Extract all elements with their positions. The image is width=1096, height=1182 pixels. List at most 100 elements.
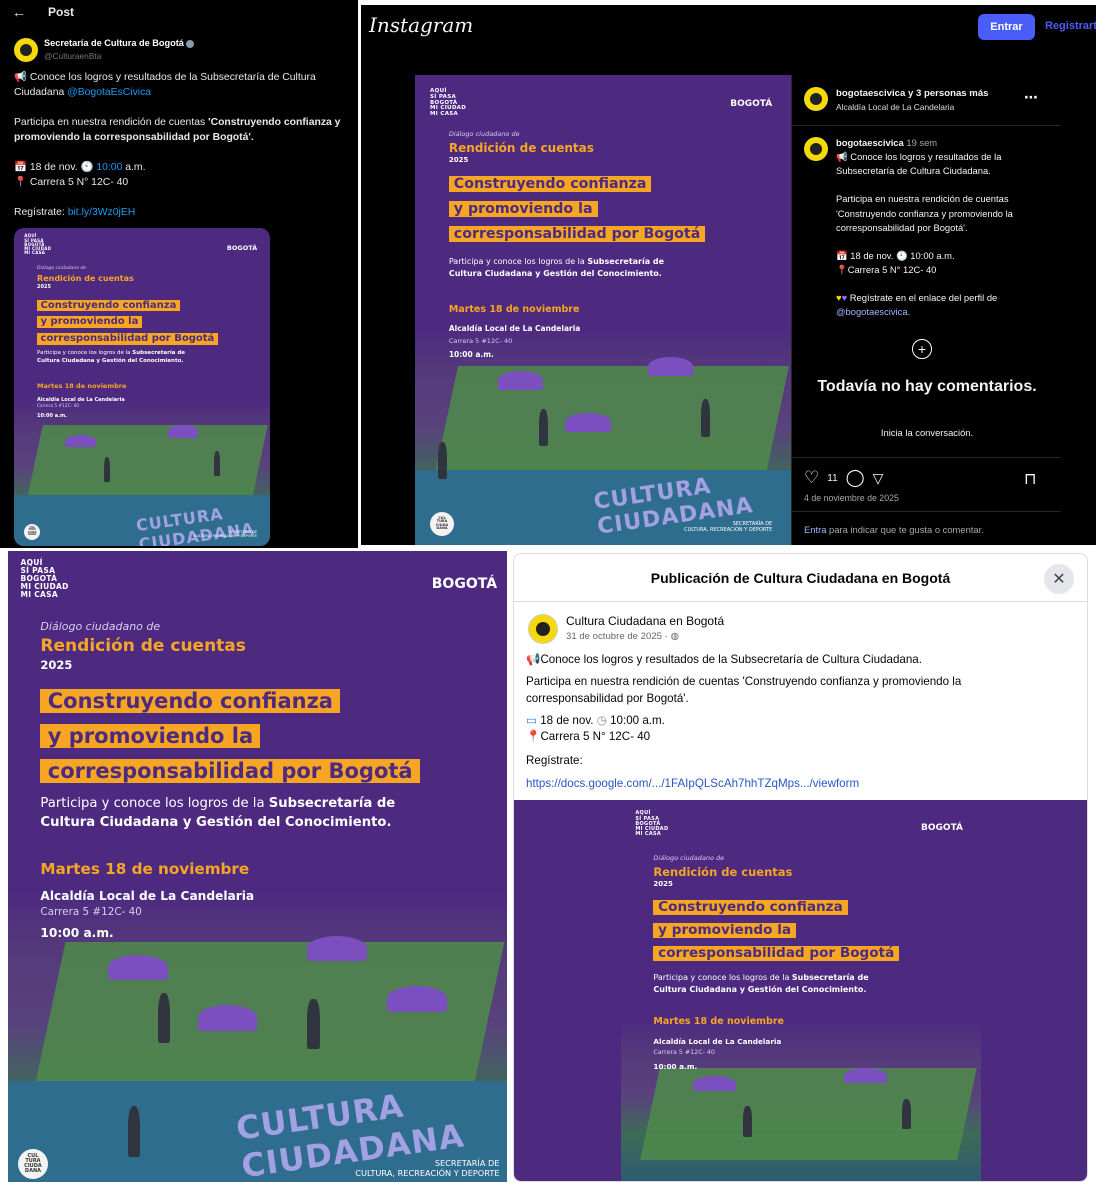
profile-link[interactable]: @bogotaescivica. (836, 306, 910, 317)
event-date: Martes 18 de noviembre (448, 303, 580, 315)
rendicion-label: Rendición de cuentas (653, 865, 793, 880)
more-options-icon[interactable]: ⋯ (1024, 89, 1039, 106)
post-caption: bogotaescivica 19 sem 📢 Conoce los logro… (836, 137, 1013, 318)
divider (792, 511, 1061, 512)
like-count: 11 (827, 472, 838, 484)
aqui-si-pasa-logo: AQUÍ SÍ PASA BOGOTÁ MI CIUDAD MI CASA (430, 88, 467, 118)
secretaria-logo: SECRETARÍA DE CULTURA, RECREACIÓN Y DEPOR… (684, 520, 773, 533)
event-time: 10:00 a.m. (37, 413, 68, 420)
headline-line-3: corresponsabilidad por Bogotá (448, 225, 706, 243)
tweet-address-line: 📍 Carrera 5 N° 12C- 40 (14, 177, 129, 188)
register-label: Regístrate: (526, 754, 583, 767)
post-sidebar: bogotaescivica y 3 personas más Alcaldía… (791, 75, 1061, 545)
umbrella-shape (497, 371, 543, 390)
globe-icon: ◍ (670, 631, 679, 642)
calendar-icon: ▭ (526, 714, 537, 727)
post-line-1: 📢Conoce los logros y resultados de la Su… (526, 653, 922, 666)
participa-text: Participa y conoce los logros de la Subs… (653, 973, 869, 994)
post-header-title[interactable]: bogotaescivica y 3 personas más (836, 88, 989, 99)
year-label: 2025 (448, 156, 469, 165)
post-header-location[interactable]: Alcaldía Local de La Candelaria (836, 102, 954, 112)
tweet-image[interactable]: CULTURA CIUDADANA AQUÍ SÍ PASA BOGOTÁ MI CIU… (14, 228, 270, 546)
aqui-si-pasa-logo: AQUÍ SÍ PASA BOGOTÁ MI CIUDAD MI CASA (635, 810, 669, 838)
culture-logo-icon (536, 622, 550, 636)
headline-line-1: Construyendo confianza (37, 299, 180, 312)
participa-text: Participa y conoce los logros de la Subs… (448, 256, 665, 278)
save-icon[interactable]: ⊓ (1024, 469, 1036, 489)
calendar-icon: 📅 (836, 249, 848, 261)
post-date: 4 de noviembre de 2025 (804, 493, 899, 503)
signup-link[interactable]: Registrarte (1045, 20, 1096, 32)
post-address-line: 📍Carrera 5 N° 12C- 40 (526, 730, 651, 743)
post-image-frame[interactable]: AQUÍ SÍ PASA BOGOTÁ MI CIUDAD MI CASA BOGOTÁ… (514, 800, 1087, 1181)
share-icon[interactable]: ▽ (873, 470, 884, 487)
tweet-invite: Participa en nuestra rendición de cuenta… (14, 117, 341, 143)
cultura-ciudadana-badge: CUL TURA CIUDA DANA (430, 511, 455, 536)
avatar[interactable] (528, 614, 558, 644)
event-time: 10:00 a.m. (40, 926, 114, 941)
headline-line-3: corresponsabilidad por Bogotá (40, 759, 420, 784)
author-handle[interactable]: @CulturaenBta (44, 51, 101, 61)
login-link[interactable]: Entra (804, 524, 826, 535)
avatar[interactable] (804, 87, 828, 111)
like-icon[interactable]: ♡ (804, 468, 819, 488)
year-label: 2025 (40, 658, 73, 673)
dialogo-label: Diálogo ciudadano de (448, 130, 520, 139)
instagram-logo[interactable]: Instagram (369, 13, 473, 37)
pin-icon: 📍 (526, 730, 541, 743)
clock-icon: 🕙 (80, 162, 94, 173)
megaphone-icon: 📢 (14, 72, 27, 83)
twitter-post-panel: ← Post Secretaría de Cultura de Bogotá @… (0, 0, 358, 548)
megaphone-icon: 📢 (526, 653, 541, 666)
login-button[interactable]: Entrar (978, 14, 1035, 40)
campaign-poster: CULTURA CIUDADANA AQUÍ SÍ PASA BOGOTÁ MI CIU… (8, 551, 507, 1182)
headline-line-1: Construyendo confianza (40, 688, 341, 713)
rendicion-label: Rendición de cuentas (448, 140, 594, 155)
add-comment-icon[interactable]: + (912, 339, 932, 359)
post-image[interactable]: CULTURA CIUDADANA AQUÍ SÍ PASA BOGOTÁ MI CIU… (415, 75, 791, 545)
umbrella-shape (107, 954, 168, 981)
headline-line-2: y promoviendo la (37, 316, 142, 328)
event-address: Carrera 5 #12C- 40 (37, 404, 79, 410)
mention-link[interactable]: @BogotaEsCivica (67, 87, 151, 98)
headline-line-1: Construyendo confianza (653, 899, 848, 916)
event-date: Martes 18 de noviembre (40, 860, 250, 879)
bogota-logo: BOGOTÁ (730, 98, 773, 109)
umbrella-shape (167, 425, 199, 438)
post-image[interactable]: AQUÍ SÍ PASA BOGOTÁ MI CIUDAD MI CASA BOGOTÁ… (621, 800, 981, 1181)
post-date: 31 de octubre de 2025 · ◍ (566, 631, 679, 642)
headline-line-3: corresponsabilidad por Bogotá (653, 945, 900, 962)
comment-icon[interactable]: ◯ (846, 468, 865, 488)
author-name[interactable]: Cultura Ciudadana en Bogotá (566, 614, 724, 628)
facebook-post-dialog: Publicación de Cultura Ciudadana en Bogo… (513, 553, 1088, 1182)
clock-icon: ◷ (596, 714, 607, 727)
author-name[interactable]: Secretaría de Cultura de Bogotá (44, 38, 195, 48)
back-arrow-icon[interactable]: ← (12, 4, 26, 20)
umbrella-shape (307, 935, 368, 962)
bogota-logo: BOGOTÁ (226, 243, 258, 252)
umbrella-shape (65, 434, 96, 448)
cultura-ciudadana-badge: CUL TURA CIUDA DANA (24, 523, 41, 540)
aqui-si-pasa-logo: AQUÍ SÍ PASA BOGOTÁ MI CIUDAD MI CASA (20, 558, 69, 599)
event-address: Carrera 5 #12C- 40 (40, 905, 142, 918)
action-bar: ♡ 11 ◯ ▽ (804, 468, 883, 488)
register-link[interactable]: https://docs.google.com/.../1FAIpQLScAh7… (526, 776, 859, 793)
year-label: 2025 (37, 284, 51, 291)
year-label: 2025 (653, 880, 673, 889)
megaphone-icon: 📢 (836, 151, 848, 163)
person-figure (307, 999, 320, 1050)
avatar[interactable] (804, 137, 828, 161)
avatar[interactable] (14, 38, 38, 62)
instagram-post-panel: Instagram Entrar Registrarte CULTURACIUD… (361, 5, 1096, 545)
no-comments-subtitle: Inicia la conversación. (880, 427, 974, 438)
rendicion-label: Rendición de cuentas (40, 636, 246, 657)
headline-line-3: corresponsabilidad por Bogotá (37, 333, 218, 345)
register-link[interactable]: bit.ly/3Wz0jEH (68, 207, 136, 218)
person-figure (157, 992, 171, 1044)
headline-line-2: y promoviendo la (448, 200, 598, 218)
caption-username[interactable]: bogotaescivica (836, 137, 904, 148)
pin-icon: 📍 (14, 177, 27, 188)
post-line-2: Participa en nuestra rendición de cuenta… (526, 675, 962, 705)
close-icon[interactable]: ✕ (1044, 564, 1074, 594)
event-place: Alcaldía Local de La Candelaria (37, 396, 125, 403)
